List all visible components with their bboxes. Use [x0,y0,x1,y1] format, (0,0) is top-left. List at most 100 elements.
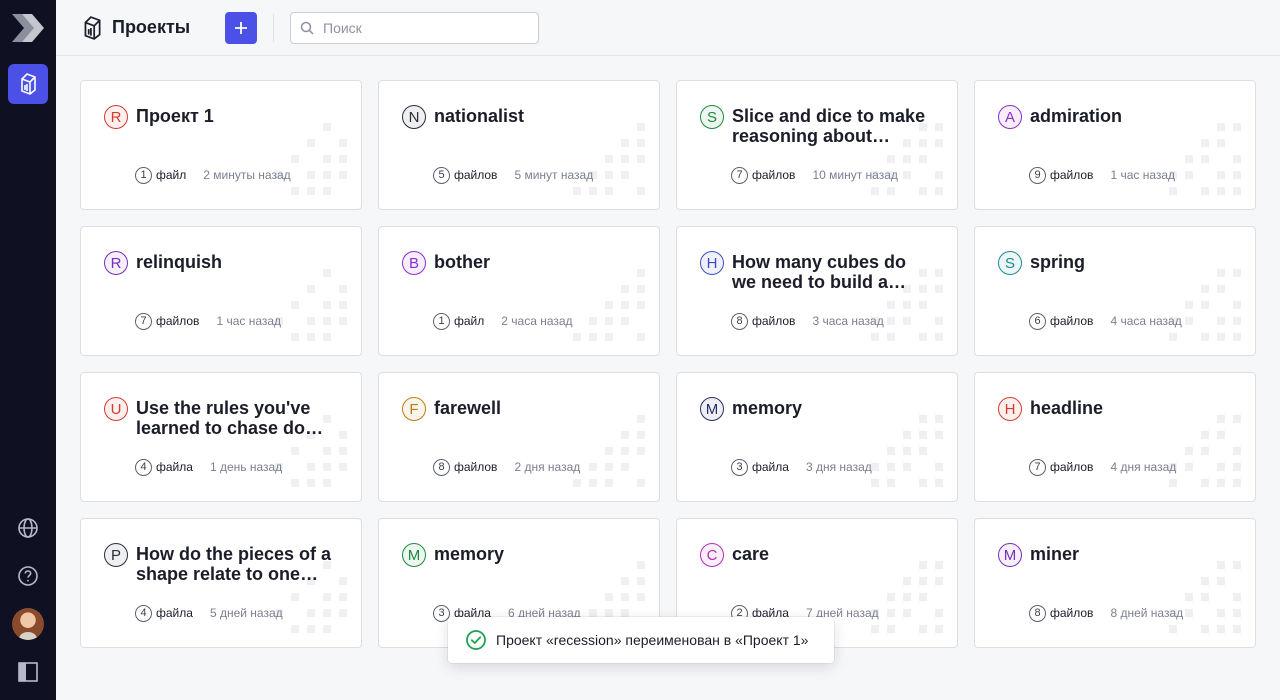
help-icon [18,566,38,586]
project-meta: 9 файлов 1 час назад [1029,166,1175,184]
card-pattern [271,265,361,355]
file-count: 9 [1029,166,1046,184]
pattern-dot [887,447,895,455]
pattern-dot [1185,593,1193,601]
project-letter-badge: R [104,251,128,275]
project-card[interactable]: A admiration 9 файлов 1 час назад [974,80,1256,210]
pattern-dot [323,479,331,487]
pattern-dot [605,479,613,487]
pattern-dot [887,625,895,633]
pattern-dot [919,155,927,163]
project-card[interactable]: B bother 1 файл 2 часа назад [378,226,660,356]
avatar[interactable] [12,608,44,640]
pattern-dot [339,139,347,147]
pattern-dot [323,609,331,617]
pattern-dot [291,301,299,309]
pattern-dot [323,593,331,601]
sidebar-toggle[interactable] [16,660,40,684]
pattern-dot [339,171,347,179]
pattern-dot [621,155,629,163]
project-meta: 6 файлов 4 часа назад [1029,312,1182,330]
pattern-dot [339,447,347,455]
search-box[interactable] [290,12,539,44]
project-card[interactable]: F farewell 8 файлов 2 дня назад [378,372,660,502]
pattern-dot [589,479,597,487]
project-name: Use the rules you've learned to chase do… [136,398,331,438]
sidebar-item-language[interactable] [16,516,40,540]
pattern-dot [1201,187,1209,195]
pattern-dot [605,447,613,455]
file-count: 6 [1029,312,1046,330]
project-meta: 1 файл 2 минуты назад [135,166,291,184]
project-letter-badge: H [998,397,1022,421]
files-label: файлов [1050,460,1094,474]
pattern-dot [1233,415,1241,423]
files-label: файлов [156,314,200,328]
search-input[interactable] [323,18,528,38]
pattern-dot [307,187,315,195]
pattern-dot [621,301,629,309]
pattern-dot [323,187,331,195]
pattern-dot [919,431,927,439]
project-card[interactable]: S spring 6 файлов 4 часа назад [974,226,1256,356]
project-card[interactable]: P How do the pieces of a shape relate to… [80,518,362,648]
updated-time: 8 дней назад [1110,606,1184,620]
pattern-dot [1233,479,1241,487]
updated-time: 3 часа назад [812,314,884,328]
project-letter-badge: R [104,105,128,129]
updated-time: 4 часа назад [1110,314,1182,328]
project-name: How many cubes do we need to build a cyl… [732,252,907,292]
project-card[interactable]: R relinquish 7 файлов 1 час назад [80,226,362,356]
files-label: файлов [1050,606,1094,620]
project-meta: 3 файла 3 дня назад [731,458,872,476]
project-card[interactable]: N nationalist 5 файлов 5 минут назад [378,80,660,210]
pattern-dot [903,317,911,325]
pattern-dot [887,155,895,163]
pattern-dot [323,625,331,633]
pattern-dot [1185,155,1193,163]
pattern-dot [887,317,895,325]
pattern-dot [887,479,895,487]
pattern-dot [605,463,613,471]
project-card[interactable]: M miner 8 файлов 8 дней назад [974,518,1256,648]
pattern-dot [1233,625,1241,633]
pattern-dot [621,285,629,293]
pattern-dot [291,479,299,487]
project-name: Slice and dice to make reasoning about s… [732,106,926,146]
sidebar-item-help[interactable] [16,564,40,588]
pattern-dot [1233,561,1241,569]
pattern-dot [589,333,597,341]
pattern-dot [935,139,943,147]
pattern-dot [637,479,645,487]
pattern-dot [1201,593,1209,601]
files-label: файла [156,606,193,620]
pattern-dot [323,317,331,325]
project-card[interactable]: H headline 7 файлов 4 дня назад [974,372,1256,502]
sidebar-item-projects[interactable] [8,64,48,104]
logo-icon[interactable] [10,10,46,46]
project-letter-badge: N [402,105,426,129]
file-count: 5 [433,166,450,184]
pattern-dot [903,577,911,585]
project-card[interactable]: H How many cubes do we need to build a c… [676,226,958,356]
pattern-dot [1233,301,1241,309]
check-circle-icon [466,630,486,650]
projects-icon [21,73,36,95]
pattern-dot [323,155,331,163]
project-card[interactable]: S Slice and dice to make reasoning about… [676,80,958,210]
project-card[interactable]: R Проект 1 1 файл 2 минуты назад [80,80,362,210]
project-meta: 8 файлов 8 дней назад [1029,604,1183,622]
pattern-dot [323,171,331,179]
add-project-button[interactable] [225,12,257,44]
pattern-dot [339,317,347,325]
project-card[interactable]: U Use the rules you've learned to chase … [80,372,362,502]
project-name: memory [732,398,803,418]
project-card[interactable]: M memory 3 файла 3 дня назад [676,372,958,502]
project-letter-badge: S [700,105,724,129]
project-name: relinquish [136,252,223,272]
pattern-dot [903,301,911,309]
card-pattern [1165,265,1255,355]
pattern-dot [903,447,911,455]
project-letter-badge: A [998,105,1022,129]
pattern-dot [307,285,315,293]
